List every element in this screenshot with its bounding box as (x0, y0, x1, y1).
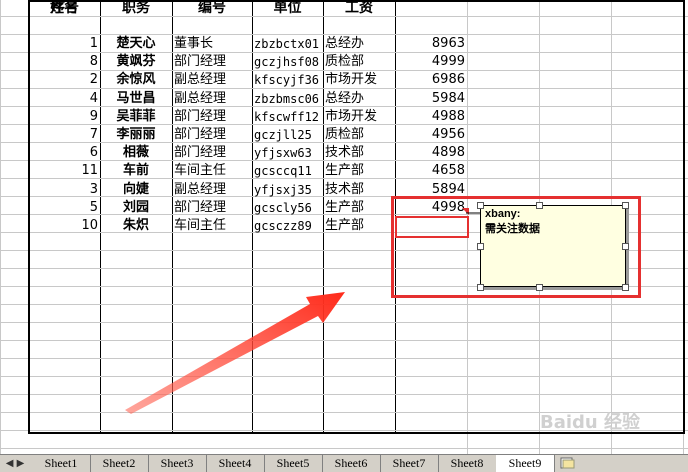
tab-scroll-arrows-icon[interactable]: ◀ ▶ (0, 455, 30, 472)
sheet-tab-sheet1[interactable]: Sheet1 (32, 455, 90, 472)
annotation-arrow-icon (125, 292, 345, 414)
spreadsheet-grid[interactable]: 序号 姓名 职务 编号 单位 工资 1 楚天心 董事长 zbzbctx01 总经办 8963 8 黄飒芬… (0, 0, 688, 454)
sheet-tab-sheet2[interactable]: Sheet2 (90, 455, 148, 472)
watermark-logo: Baidu 经验 (540, 412, 641, 433)
sheet-tab-sheet9[interactable]: Sheet9 (496, 455, 554, 472)
sheet-tab-sheet7[interactable]: Sheet7 (380, 455, 438, 472)
sheet-tab-sheet5[interactable]: Sheet5 (264, 455, 322, 472)
sheet-tab-sheet6[interactable]: Sheet6 (322, 455, 380, 472)
insert-sheet-icon[interactable] (560, 456, 576, 470)
sheet-tab-sheet4[interactable]: Sheet4 (206, 455, 264, 472)
sheet-tab-bar: ◀ ▶ Sheet1 Sheet2 Sheet3 Sheet4 Sheet5 Sheet6… (0, 454, 688, 472)
tab-separator (554, 455, 555, 472)
sheet-tab-sheet3[interactable]: Sheet3 (148, 455, 206, 472)
sheet-tab-sheet8[interactable]: Sheet8 (438, 455, 496, 472)
